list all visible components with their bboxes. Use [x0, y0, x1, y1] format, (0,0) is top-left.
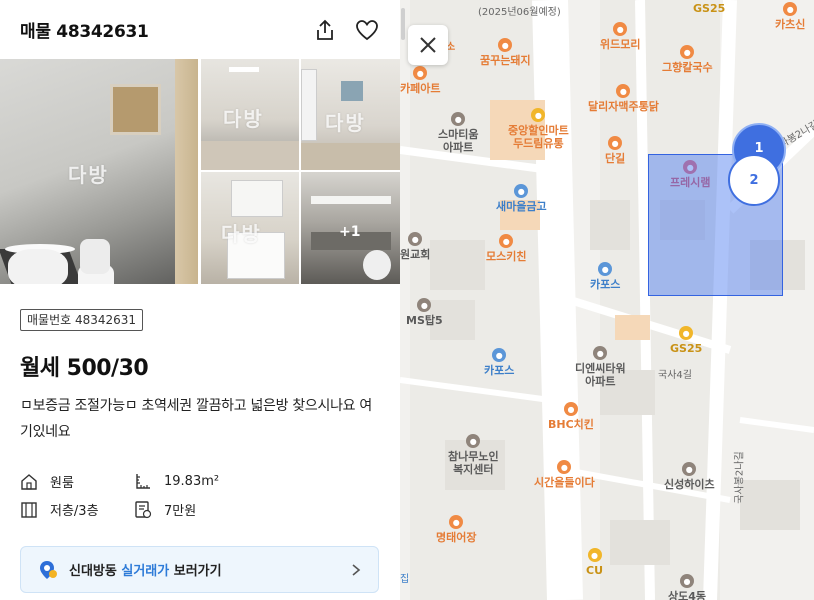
road-guksabong24: 국사봉2나길 — [734, 451, 746, 504]
watermark: 다방 — [325, 111, 366, 135]
poi-church[interactable]: ● 원교회 — [400, 232, 430, 261]
road-guksa4: 국사4길 — [658, 370, 692, 381]
poi-ms[interactable]: ● MS탑5 — [406, 298, 443, 327]
edge-label-bottom: 집 — [400, 574, 410, 585]
ruler-icon — [136, 474, 150, 489]
photo-5[interactable]: +1 — [301, 172, 400, 284]
map-view[interactable]: (2025년06월예정) ● 꿈꾸는돼지 ● 위드모리 GS25 ● 카츠신 ● 카페아… — [400, 0, 814, 600]
close-panel-button[interactable] — [408, 25, 448, 65]
close-icon — [420, 37, 436, 53]
watermark: 다방 — [223, 107, 264, 131]
poi-gs25-mid[interactable]: ● GS25 — [670, 326, 702, 355]
photo-main[interactable]: 다방 — [0, 59, 198, 284]
spec-maintenance: 7만원 — [134, 500, 196, 519]
poi-dalli[interactable]: ● 달리자맥주통닭 — [588, 84, 659, 113]
spec-area: 19.83m² — [134, 472, 219, 490]
home-icon — [21, 473, 37, 490]
photo-gallery[interactable]: 다방 다방 다방 다방 +1 — [0, 59, 400, 284]
poi-myeongtae[interactable]: ● 명태어장 — [436, 515, 476, 544]
panel-header: 매물 48342631 — [0, 0, 400, 59]
poi-kachusin[interactable]: ● 카츠신 — [775, 2, 805, 31]
poi-moseu[interactable]: ● 모스키친 — [486, 234, 526, 263]
poi-smartium[interactable]: ● 스마티움 아파트 — [438, 112, 478, 154]
poi-kapos2[interactable]: ● 카포스 — [484, 348, 514, 377]
share-button[interactable] — [312, 17, 338, 43]
watermark: 다방 — [68, 163, 109, 187]
maintenance-fee-icon — [135, 500, 152, 518]
listing-panel: 매물 48342631 다방 다방 다방 다방 +1 매물번호 48342631… — [0, 0, 400, 600]
more-photos-count: +1 — [339, 224, 361, 240]
photo-4[interactable]: 다방 — [201, 172, 299, 284]
poi-sinseong[interactable]: ● 신성하이츠 — [664, 462, 715, 491]
real-price-link-label: 신대방동 실거래가 보러가기 — [69, 564, 222, 579]
photo-3[interactable]: 다방 — [301, 59, 400, 170]
poi-sigan[interactable]: ● 시간을들이다 — [534, 460, 595, 489]
heart-icon — [356, 19, 378, 40]
poi-dangil[interactable]: ● 단길 — [605, 136, 625, 165]
photo-2[interactable]: 다방 — [201, 59, 299, 170]
listing-number-badge: 매물번호 48342631 — [20, 309, 144, 331]
poi-geuhyang[interactable]: ● 그향칼국수 — [662, 45, 713, 74]
poi-kapos1[interactable]: ● 카포스 — [590, 262, 620, 291]
share-icon — [317, 19, 333, 40]
poi-dienc[interactable]: ● 디엔씨타워 아파트 — [575, 346, 626, 388]
chevron-right-icon — [352, 563, 361, 576]
spec-floor: 저층/3층 — [20, 500, 99, 519]
real-price-link[interactable]: 신대방동 실거래가 보러가기 — [20, 546, 379, 593]
spec-room-type: 원룸 — [20, 472, 74, 491]
poi-widmori[interactable]: ● 위드모리 — [600, 22, 640, 51]
page-title: 매물 48342631 — [20, 22, 149, 42]
poi-chamnamu[interactable]: ● 참나무노인 복지센터 — [448, 434, 499, 476]
poi-cafe[interactable]: ● 카페아트 — [400, 66, 440, 95]
watermark: 다방 — [221, 222, 262, 246]
poi-cu[interactable]: ● CU — [586, 548, 603, 577]
panel-scrollbar[interactable] — [401, 8, 405, 40]
poi-gs25-top[interactable]: GS25 — [693, 2, 725, 15]
map-pin-icon — [40, 560, 57, 579]
description: ㅁ보증금 조절가능ㅁ 초역세권 깔끔하고 넓은방 찾으시나요 여기있네요 — [20, 398, 372, 440]
poi-jungang[interactable]: ● 중앙할인마트 두드림유통 — [508, 108, 569, 150]
poi-saemaeul[interactable]: ● 새마을금고 — [496, 184, 547, 213]
price-title: 월세 500/30 — [20, 356, 149, 381]
building-icon — [21, 501, 37, 518]
favorite-button[interactable] — [354, 17, 380, 43]
cluster-marker-2[interactable]: 2 — [728, 154, 780, 206]
poi-sangdo[interactable]: ● 상도4동 — [668, 574, 706, 600]
top-label: (2025년06월예정) — [478, 7, 561, 18]
poi-bhc[interactable]: ● BHC치킨 — [548, 402, 594, 431]
poi-kkumkkun[interactable]: ● 꿈꾸는돼지 — [480, 38, 531, 67]
